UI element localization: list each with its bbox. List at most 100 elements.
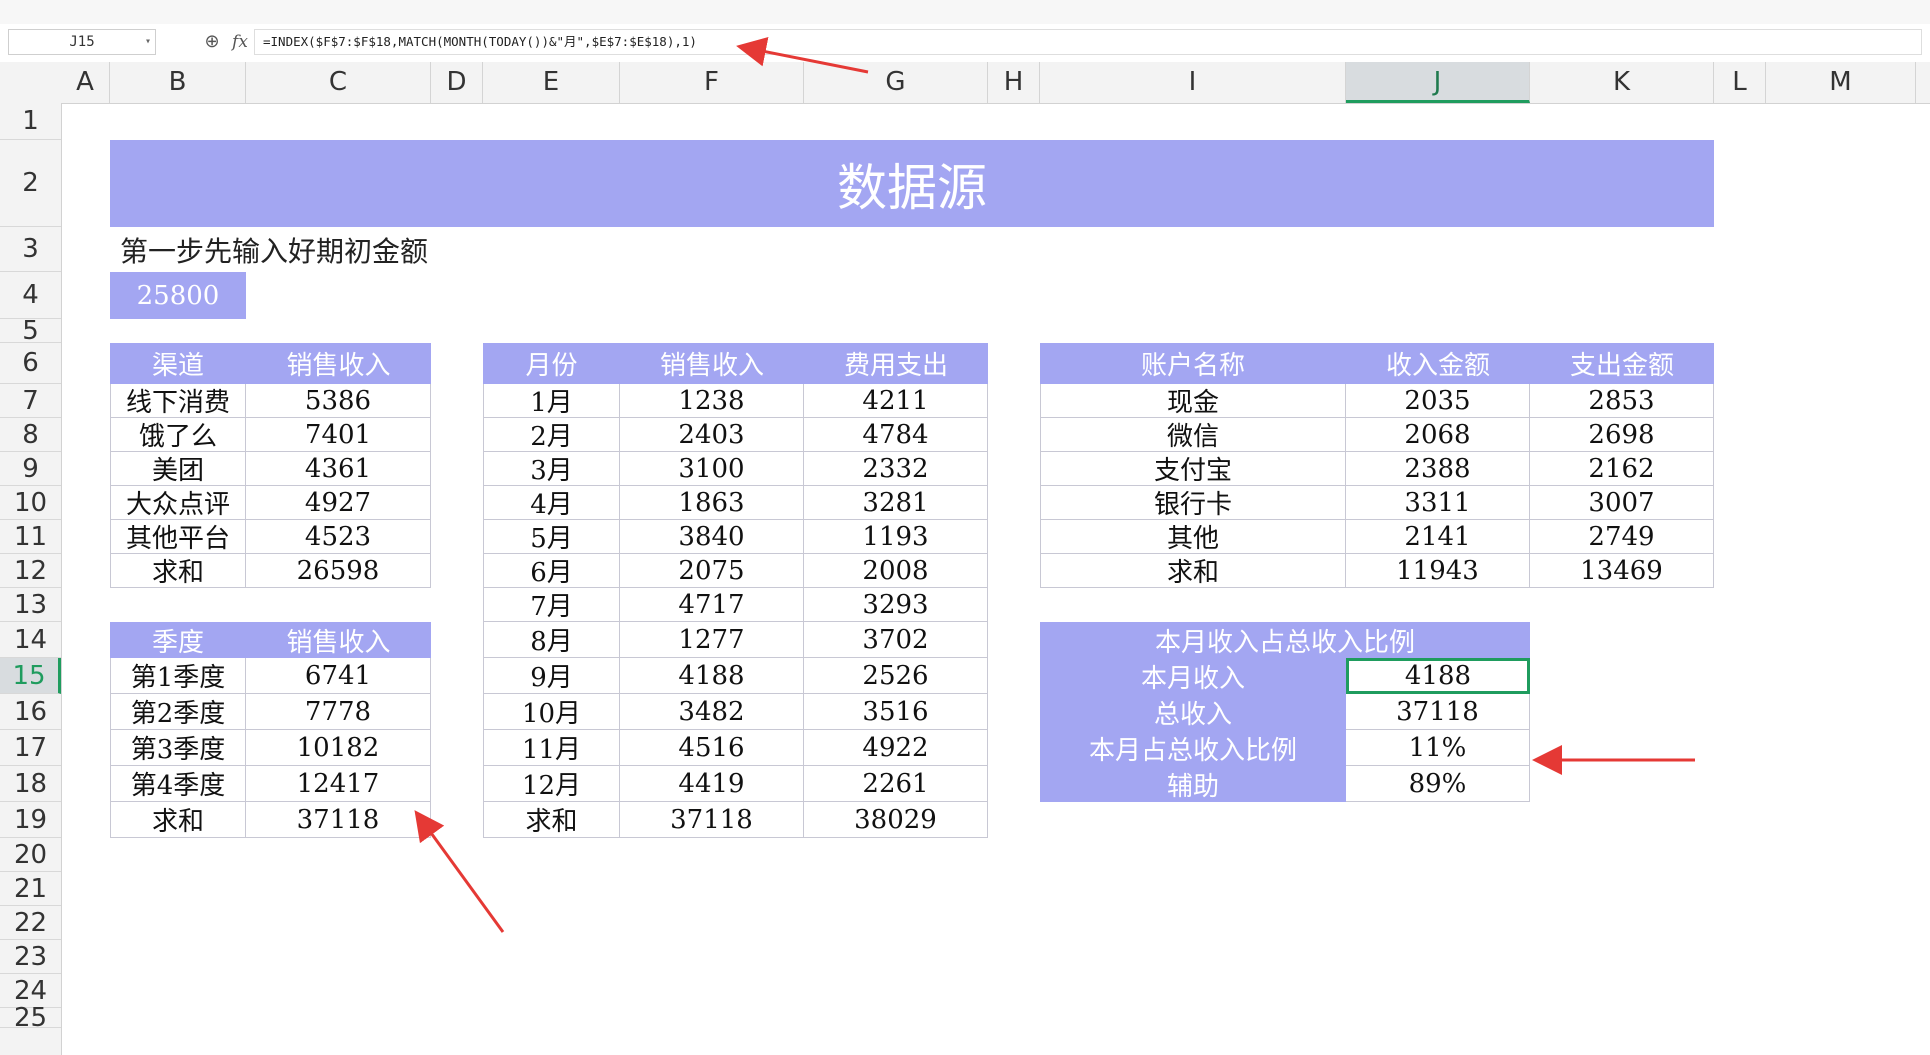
month-data-cell[interactable]: 7月 bbox=[483, 588, 620, 622]
month-data-cell[interactable]: 4月 bbox=[483, 486, 620, 520]
month-data-cell[interactable]: 4419 bbox=[620, 766, 804, 802]
quarter-data-cell[interactable]: 6741 bbox=[246, 658, 431, 694]
chevron-down-icon[interactable]: ▾ bbox=[145, 30, 151, 54]
row-header-12[interactable]: 12 bbox=[0, 554, 61, 588]
month-header-cell[interactable]: 月份 bbox=[483, 343, 620, 384]
account-data-cell[interactable]: 3007 bbox=[1530, 486, 1714, 520]
month-data-cell[interactable]: 6月 bbox=[483, 554, 620, 588]
month-data-cell[interactable]: 3840 bbox=[620, 520, 804, 554]
account-data-cell[interactable]: 现金 bbox=[1040, 384, 1346, 418]
month-data-cell[interactable]: 2332 bbox=[804, 452, 988, 486]
name-box[interactable]: J15 ▾ bbox=[8, 29, 156, 55]
column-header-l[interactable]: L bbox=[1714, 62, 1766, 103]
row-header-13[interactable]: 13 bbox=[0, 588, 61, 622]
month-data-cell[interactable]: 1277 bbox=[620, 622, 804, 658]
row-header-11[interactable]: 11 bbox=[0, 520, 61, 554]
month-data-cell[interactable]: 2008 bbox=[804, 554, 988, 588]
zoom-icon[interactable]: ⊕ bbox=[200, 30, 224, 54]
ratio-label-cell[interactable]: 总收入 bbox=[1040, 694, 1346, 730]
channel-data-cell[interactable]: 求和 bbox=[110, 554, 246, 588]
quarter-header-cell[interactable]: 销售收入 bbox=[246, 622, 431, 658]
account-data-cell[interactable]: 2388 bbox=[1346, 452, 1530, 486]
month-header-cell[interactable]: 费用支出 bbox=[804, 343, 988, 384]
channel-data-cell[interactable]: 其他平台 bbox=[110, 520, 246, 554]
month-data-cell[interactable]: 1193 bbox=[804, 520, 988, 554]
ratio-label-cell[interactable]: 本月占总收入比例 bbox=[1040, 730, 1346, 766]
month-data-cell[interactable]: 1月 bbox=[483, 384, 620, 418]
selected-cell-j15[interactable]: 4188 bbox=[1346, 658, 1530, 694]
column-header-a[interactable]: A bbox=[61, 62, 110, 103]
month-data-cell[interactable]: 3100 bbox=[620, 452, 804, 486]
account-data-cell[interactable]: 2698 bbox=[1530, 418, 1714, 452]
row-header-17[interactable]: 17 bbox=[0, 730, 61, 766]
month-data-cell[interactable]: 3482 bbox=[620, 694, 804, 730]
channel-data-cell[interactable]: 线下消费 bbox=[110, 384, 246, 418]
column-header-e[interactable]: E bbox=[483, 62, 620, 103]
row-header-19[interactable]: 19 bbox=[0, 802, 61, 838]
ratio-title-cell[interactable]: 本月收入占总收入比例 bbox=[1040, 622, 1530, 658]
account-header-cell[interactable]: 账户名称 bbox=[1040, 343, 1346, 384]
column-header-h[interactable]: H bbox=[988, 62, 1040, 103]
row-header-7[interactable]: 7 bbox=[0, 384, 61, 418]
row-header-14[interactable]: 14 bbox=[0, 622, 61, 658]
quarter-data-cell[interactable]: 12417 bbox=[246, 766, 431, 802]
month-data-cell[interactable]: 2075 bbox=[620, 554, 804, 588]
function-icon[interactable]: fx bbox=[226, 30, 254, 54]
month-data-cell[interactable]: 3月 bbox=[483, 452, 620, 486]
column-header-d[interactable]: D bbox=[431, 62, 483, 103]
quarter-data-cell[interactable]: 求和 bbox=[110, 802, 246, 838]
column-header-k[interactable]: K bbox=[1530, 62, 1714, 103]
ratio-value-cell[interactable]: 89% bbox=[1346, 766, 1530, 802]
column-header-j[interactable]: J bbox=[1346, 62, 1530, 103]
month-data-cell[interactable]: 8月 bbox=[483, 622, 620, 658]
month-data-cell[interactable]: 10月 bbox=[483, 694, 620, 730]
ratio-value-cell[interactable]: 11% bbox=[1346, 730, 1530, 766]
month-data-cell[interactable]: 3516 bbox=[804, 694, 988, 730]
channel-data-cell[interactable]: 26598 bbox=[246, 554, 431, 588]
month-data-cell[interactable]: 4211 bbox=[804, 384, 988, 418]
initial-amount-cell[interactable]: 25800 bbox=[110, 272, 246, 319]
channel-data-cell[interactable]: 4523 bbox=[246, 520, 431, 554]
account-data-cell[interactable]: 2141 bbox=[1346, 520, 1530, 554]
month-data-cell[interactable]: 4188 bbox=[620, 658, 804, 694]
row-header-20[interactable]: 20 bbox=[0, 838, 61, 872]
month-data-cell[interactable]: 5月 bbox=[483, 520, 620, 554]
channel-data-cell[interactable]: 饿了么 bbox=[110, 418, 246, 452]
account-data-cell[interactable]: 2853 bbox=[1530, 384, 1714, 418]
ratio-label-cell[interactable]: 辅助 bbox=[1040, 766, 1346, 802]
month-data-cell[interactable]: 2526 bbox=[804, 658, 988, 694]
account-data-cell[interactable]: 微信 bbox=[1040, 418, 1346, 452]
row-header-4[interactable]: 4 bbox=[0, 272, 61, 319]
row-header-2[interactable]: 2 bbox=[0, 140, 61, 227]
quarter-data-cell[interactable]: 第1季度 bbox=[110, 658, 246, 694]
ratio-label-cell[interactable]: 本月收入 bbox=[1040, 658, 1346, 694]
row-header-15[interactable]: 15 bbox=[0, 658, 61, 694]
month-data-cell[interactable]: 2月 bbox=[483, 418, 620, 452]
month-data-cell[interactable]: 4784 bbox=[804, 418, 988, 452]
account-header-cell[interactable]: 收入金额 bbox=[1346, 343, 1530, 384]
account-data-cell[interactable]: 11943 bbox=[1346, 554, 1530, 588]
account-data-cell[interactable]: 银行卡 bbox=[1040, 486, 1346, 520]
month-data-cell[interactable]: 求和 bbox=[483, 802, 620, 838]
row-header-25[interactable]: 25 bbox=[0, 1003, 61, 1033]
month-data-cell[interactable]: 38029 bbox=[804, 802, 988, 838]
month-data-cell[interactable]: 1863 bbox=[620, 486, 804, 520]
channel-data-cell[interactable]: 美团 bbox=[110, 452, 246, 486]
column-header-m[interactable]: M bbox=[1766, 62, 1916, 103]
row-header-10[interactable]: 10 bbox=[0, 486, 61, 520]
quarter-data-cell[interactable]: 第4季度 bbox=[110, 766, 246, 802]
banner-title[interactable]: 数据源 bbox=[110, 140, 1714, 227]
row-header-8[interactable]: 8 bbox=[0, 418, 61, 452]
column-header-c[interactable]: C bbox=[246, 62, 431, 103]
channel-data-cell[interactable]: 5386 bbox=[246, 384, 431, 418]
row-header-6[interactable]: 6 bbox=[0, 343, 61, 384]
channel-data-cell[interactable]: 4927 bbox=[246, 486, 431, 520]
quarter-data-cell[interactable]: 37118 bbox=[246, 802, 431, 838]
channel-header-cell[interactable]: 渠道 bbox=[110, 343, 246, 384]
step-instruction[interactable]: 第一步先输入好期初金额 bbox=[110, 227, 804, 272]
row-header-9[interactable]: 9 bbox=[0, 452, 61, 486]
month-data-cell[interactable]: 4717 bbox=[620, 588, 804, 622]
column-header-b[interactable]: B bbox=[110, 62, 246, 103]
account-data-cell[interactable]: 2035 bbox=[1346, 384, 1530, 418]
quarter-data-cell[interactable]: 7778 bbox=[246, 694, 431, 730]
